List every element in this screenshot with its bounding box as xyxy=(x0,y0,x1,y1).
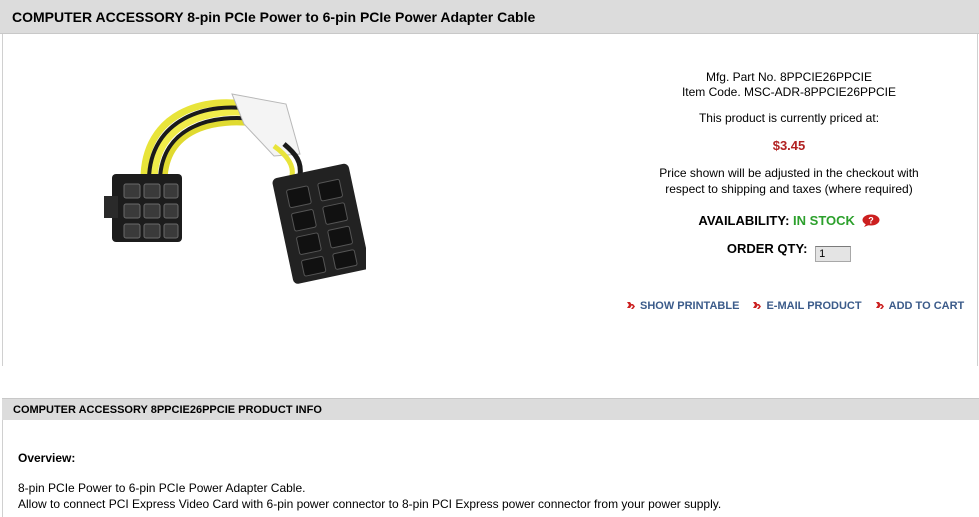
product-info-header: COMPUTER ACCESSORY 8PPCIE26PPCIE PRODUCT… xyxy=(2,398,979,420)
product-header: COMPUTER ACCESSORY 8-pin PCIe Power to 6… xyxy=(0,0,979,34)
order-qty-input[interactable] xyxy=(815,246,852,262)
help-bubble-icon[interactable]: ? xyxy=(862,214,880,227)
pcie-adapter-cable-photo xyxy=(104,93,370,284)
overview-line2: Allow to connect PCI Express Video Card … xyxy=(18,497,722,511)
email-product-label: E-MAIL PRODUCT xyxy=(766,300,862,312)
availability-label: AVAILABILITY: xyxy=(698,213,790,228)
order-qty-label: ORDER QTY: xyxy=(726,241,808,256)
overview-heading: Overview: xyxy=(18,451,76,465)
item-code: Item Code. MSC-ADR-8PPCIE26PPCIE xyxy=(681,85,897,99)
panel-left-border xyxy=(2,34,3,366)
price-note: Price shown will be adjusted in the chec… xyxy=(610,165,968,197)
overview-line1: 8-pin PCIe Power to 6-pin PCIe Power Ada… xyxy=(18,481,306,495)
product-info-title: COMPUTER ACCESSORY 8PPCIE26PPCIE PRODUCT… xyxy=(13,404,322,416)
show-printable-label: SHOW PRINTABLE xyxy=(640,300,740,312)
mfg-part-number: Mfg. Part No. 8PPCIE26PPCIE xyxy=(705,70,873,84)
product-image xyxy=(104,84,370,284)
red-diamond-arrow-icon xyxy=(753,302,762,309)
availability-row: AVAILABILITY: IN STOCK ? xyxy=(610,213,968,229)
email-product-link[interactable]: E-MAIL PRODUCT xyxy=(752,300,862,312)
availability-status: IN STOCK xyxy=(793,213,855,228)
product-price: $3.45 xyxy=(772,138,806,153)
red-diamond-arrow-icon xyxy=(627,302,635,309)
order-qty-row: ORDER QTY: xyxy=(610,240,968,262)
product-title: COMPUTER ACCESSORY 8-pin PCIe Power to 6… xyxy=(12,9,536,25)
info-left-border xyxy=(2,420,3,517)
show-printable-link[interactable]: SHOW PRINTABLE xyxy=(626,300,739,312)
product-details: Mfg. Part No. 8PPCIE26PPCIE Item Code. M… xyxy=(610,70,968,262)
svg-text:?: ? xyxy=(868,216,874,226)
red-diamond-arrow-icon xyxy=(875,302,884,309)
add-to-cart-label: ADD TO CART xyxy=(888,300,965,312)
add-to-cart-link[interactable]: ADD TO CART xyxy=(875,300,965,312)
price-intro: This product is currently priced at: xyxy=(698,111,880,125)
overview-text: 8-pin PCIe Power to 6-pin PCIe Power Ada… xyxy=(18,480,721,512)
price-note-line1: Price shown will be adjusted in the chec… xyxy=(659,166,919,180)
panel-right-border xyxy=(977,34,978,366)
product-actions: SHOW PRINTABLE E-MAIL PRODUCT ADD TO CAR… xyxy=(626,300,964,312)
price-note-line2: respect to shipping and taxes (where req… xyxy=(665,182,913,196)
